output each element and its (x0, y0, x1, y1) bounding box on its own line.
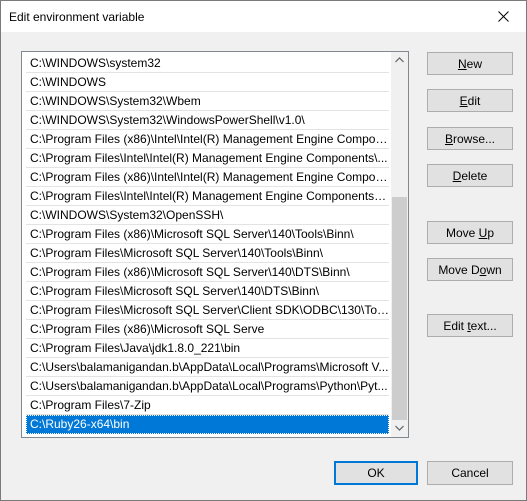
edit-text-button-label-post: ext... (470, 318, 497, 333)
list-item[interactable]: C:\Program Files (x86)\Intel\Intel(R) Ma… (26, 168, 389, 187)
edit-button-label-post: dit (467, 93, 481, 108)
path-list-items: C:\WINDOWS\system32 C:\WINDOWS C:\WINDOWS\… (26, 54, 389, 434)
list-item[interactable]: C:\WINDOWS\System32\OpenSSH\ (26, 206, 389, 225)
vertical-scrollbar[interactable] (391, 52, 408, 437)
list-item[interactable]: C:\WINDOWS\System32\Wbem (26, 92, 389, 111)
cancel-button[interactable]: Cancel (427, 461, 513, 485)
list-item[interactable]: C:\Users\balamanigandan.b\AppData\Local\… (26, 358, 389, 377)
list-item-selected[interactable]: C:\Ruby26-x64\bin (26, 415, 389, 434)
new-button-label-post: ew (466, 56, 482, 71)
browse-button-label-post: rowse... (453, 131, 496, 146)
list-item[interactable]: C:\Users\balamanigandan.b\AppData\Local\… (26, 377, 389, 396)
list-item[interactable]: C:\Program Files (x86)\Microsoft SQL Ser… (26, 263, 389, 282)
list-item[interactable]: C:\Program Files\Intel\Intel(R) Manageme… (26, 149, 389, 168)
path-list[interactable]: C:\WINDOWS\system32 C:\WINDOWS C:\WINDOWS\… (21, 51, 409, 438)
list-item[interactable]: C:\Program Files (x86)\Intel\Intel(R) Ma… (26, 130, 389, 149)
move-down-button-label-pre: Move D (438, 262, 480, 277)
ok-button[interactable]: OK (334, 461, 418, 485)
new-button[interactable]: New (427, 52, 513, 75)
scroll-down-button[interactable] (391, 420, 408, 437)
move-down-button[interactable]: Move Do wn (427, 258, 513, 281)
list-item[interactable]: C:\Program Files\7-Zip (26, 396, 389, 415)
browse-button-accesskey: B (444, 131, 453, 146)
delete-button-accesskey: D (452, 168, 462, 183)
new-button-accesskey: N (457, 56, 467, 71)
window-title: Edit environment variable (9, 10, 145, 24)
list-item[interactable]: C:\WINDOWS (26, 73, 389, 92)
move-up-button-label-pre: Move (445, 225, 479, 240)
scrollbar-thumb[interactable] (392, 197, 407, 420)
list-item[interactable]: C:\Program Files\Microsoft SQL Server\14… (26, 244, 389, 263)
list-item[interactable]: C:\Program Files (x86)\Microsoft SQL Ser… (26, 225, 389, 244)
chevron-up-icon (395, 57, 404, 63)
move-up-button-label-post: p (487, 225, 495, 240)
list-item[interactable]: C:\Program Files\Microsoft SQL Server\14… (26, 282, 389, 301)
move-up-button-accesskey: U (478, 225, 488, 240)
edit-button-accesskey: E (459, 93, 468, 108)
browse-button[interactable]: Browse... (427, 127, 513, 150)
edit-text-button[interactable]: Edit t ext... (427, 314, 513, 337)
move-up-button[interactable]: Move Up (427, 221, 513, 244)
title-bar[interactable]: Edit environment variable (1, 1, 526, 32)
list-item[interactable]: C:\Program Files\Microsoft SQL Server\Cl… (26, 301, 389, 320)
list-item[interactable]: C:\WINDOWS\System32\WindowsPowerShell\v1… (26, 111, 389, 130)
close-button[interactable] (480, 1, 526, 32)
move-down-button-label-post: wn (486, 262, 502, 277)
edit-env-variable-dialog: Edit environment variable C:\WINDOWS\sys… (0, 0, 527, 501)
close-icon (498, 11, 509, 22)
list-item[interactable]: C:\Program Files\Java\jdk1.8.0_221\bin (26, 339, 389, 358)
chevron-down-icon (395, 425, 404, 431)
delete-button[interactable]: Delete (427, 164, 513, 187)
list-item[interactable]: C:\Program Files\Intel\Intel(R) Manageme… (26, 187, 389, 206)
edit-text-button-label-pre: Edit (443, 318, 468, 333)
list-item[interactable]: C:\Program Files (x86)\Microsoft SQL Ser… (26, 320, 389, 339)
edit-button[interactable]: Edit (427, 89, 513, 112)
scroll-up-button[interactable] (391, 52, 408, 69)
delete-button-label-post: elete (461, 168, 488, 183)
list-item[interactable]: C:\WINDOWS\system32 (26, 54, 389, 73)
